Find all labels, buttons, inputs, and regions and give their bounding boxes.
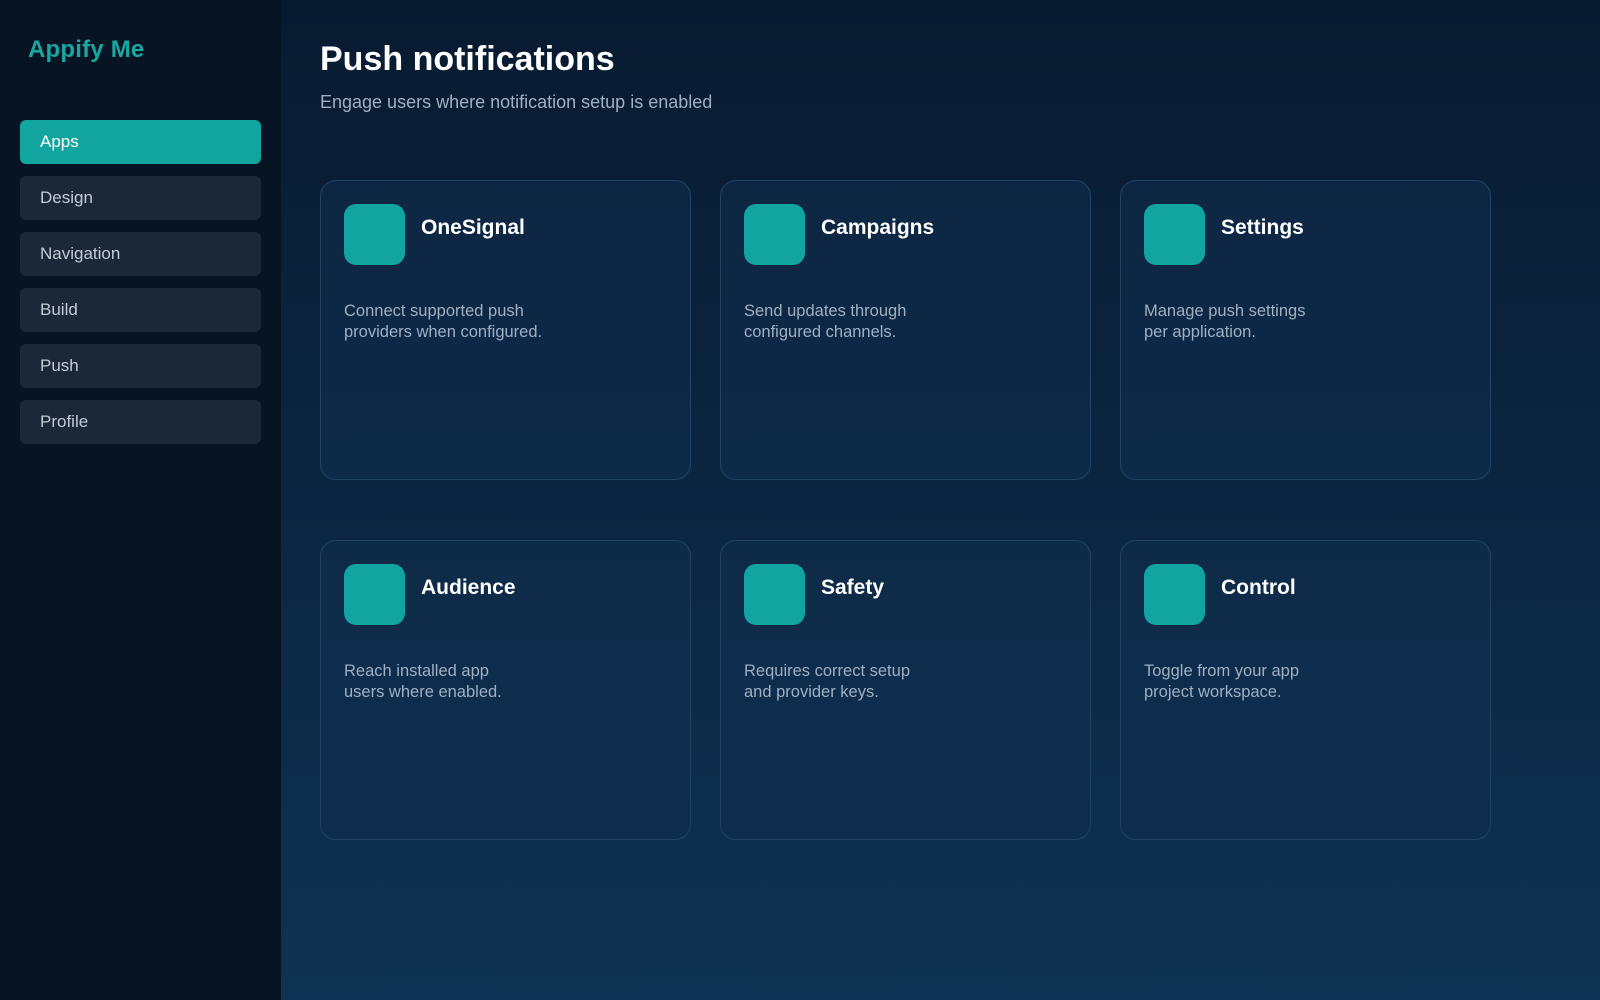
- card-description: Manage push settings per application.: [1144, 301, 1394, 343]
- brand-logo[interactable]: Appify Me: [28, 36, 144, 64]
- card-icon: [1144, 564, 1205, 625]
- card-icon: [344, 564, 405, 625]
- card-description-line: configured channels.: [744, 323, 897, 341]
- card-icon: [744, 204, 805, 265]
- card-audience[interactable]: Audience Reach installed app users where…: [320, 540, 691, 840]
- card-title: Audience: [421, 576, 516, 599]
- card-description: Reach installed app users where enabled.: [344, 661, 594, 703]
- card-description-line: Toggle from your app: [1144, 662, 1300, 680]
- page-title: Push notifications: [320, 40, 615, 78]
- main-content: Push notifications Engage users where no…: [281, 0, 1600, 1000]
- card-description-line: Send updates through: [744, 302, 907, 320]
- card-title: Control: [1221, 576, 1296, 599]
- sidebar: Appify Me Apps Design Navigation Build P…: [0, 0, 281, 1000]
- sidebar-nav: Apps Design Navigation Build Push Profil…: [20, 120, 261, 456]
- card-description: Requires correct setup and provider keys…: [744, 661, 994, 703]
- card-description-line: Manage push settings: [1144, 302, 1306, 320]
- page-subtitle: Engage users where notification setup is…: [320, 92, 713, 112]
- sidebar-item-profile[interactable]: Profile: [20, 400, 261, 444]
- card-title: Safety: [821, 576, 885, 599]
- card-icon: [1144, 204, 1205, 265]
- card-description-line: per application.: [1144, 323, 1256, 341]
- card-settings[interactable]: Settings Manage push settings per applic…: [1120, 180, 1491, 480]
- sidebar-item-navigation[interactable]: Navigation: [20, 232, 261, 276]
- feature-card-grid: OneSignal Connect supported push provide…: [320, 180, 1491, 840]
- card-description: Connect supported push providers when co…: [344, 301, 594, 343]
- sidebar-item-push[interactable]: Push: [20, 344, 261, 388]
- card-onesignal[interactable]: OneSignal Connect supported push provide…: [320, 180, 691, 480]
- sidebar-item-apps[interactable]: Apps: [20, 120, 261, 164]
- card-description: Send updates through configured channels…: [744, 301, 994, 343]
- card-title: Campaigns: [821, 216, 935, 239]
- card-description-line: Requires correct setup: [744, 662, 910, 680]
- sidebar-item-build[interactable]: Build: [20, 288, 261, 332]
- card-description: Toggle from your app project workspace.: [1144, 661, 1394, 703]
- card-title: Settings: [1221, 216, 1304, 239]
- card-icon: [744, 564, 805, 625]
- card-description-line: project workspace.: [1144, 683, 1282, 701]
- card-description-line: Connect supported push: [344, 302, 524, 320]
- card-safety[interactable]: Safety Requires correct setup and provid…: [720, 540, 1091, 840]
- card-description-line: Reach installed app: [344, 662, 489, 680]
- card-description-line: and provider keys.: [744, 683, 879, 701]
- sidebar-item-design[interactable]: Design: [20, 176, 261, 220]
- card-description-line: users where enabled.: [344, 683, 502, 701]
- card-control[interactable]: Control Toggle from your app project wor…: [1120, 540, 1491, 840]
- card-title: OneSignal: [421, 216, 525, 239]
- card-icon: [344, 204, 405, 265]
- card-campaigns[interactable]: Campaigns Send updates through configure…: [720, 180, 1091, 480]
- card-description-line: providers when configured.: [344, 323, 543, 341]
